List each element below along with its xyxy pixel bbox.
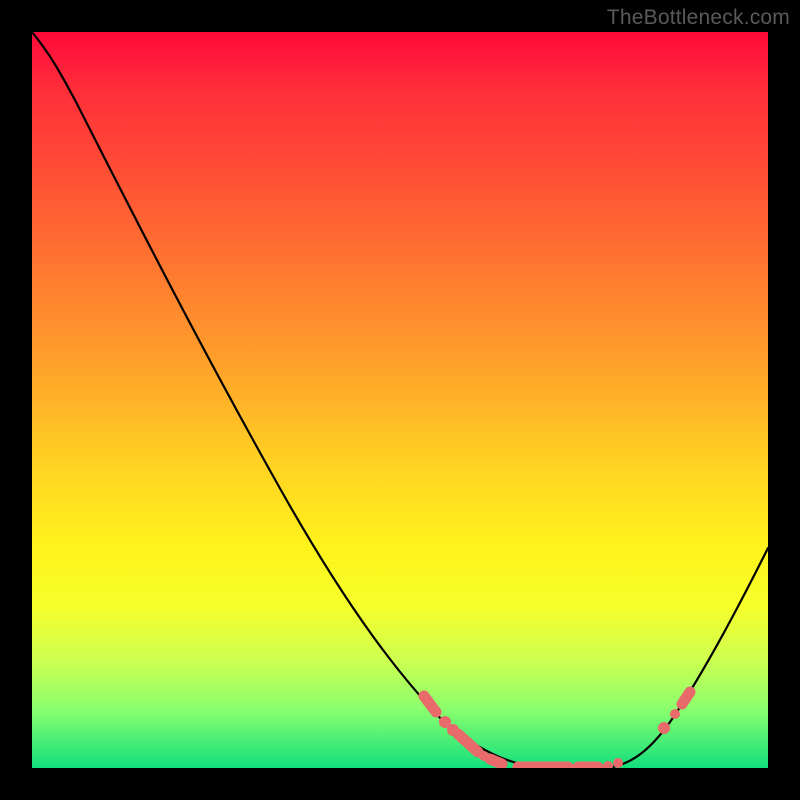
marker-pill: [682, 692, 690, 704]
chart-stage: TheBottleneck.com: [0, 0, 800, 800]
marker-pill: [424, 696, 436, 712]
marker-dot: [613, 758, 623, 768]
plot-area: [32, 32, 768, 768]
marker-dot: [658, 722, 670, 734]
marker-pill: [458, 734, 478, 752]
marker-dot: [603, 761, 613, 768]
curve-svg: [32, 32, 768, 768]
penalty-curve: [32, 32, 768, 768]
watermark-text: TheBottleneck.com: [607, 6, 790, 30]
marker-pill: [490, 759, 502, 764]
marker-dot: [670, 709, 680, 719]
